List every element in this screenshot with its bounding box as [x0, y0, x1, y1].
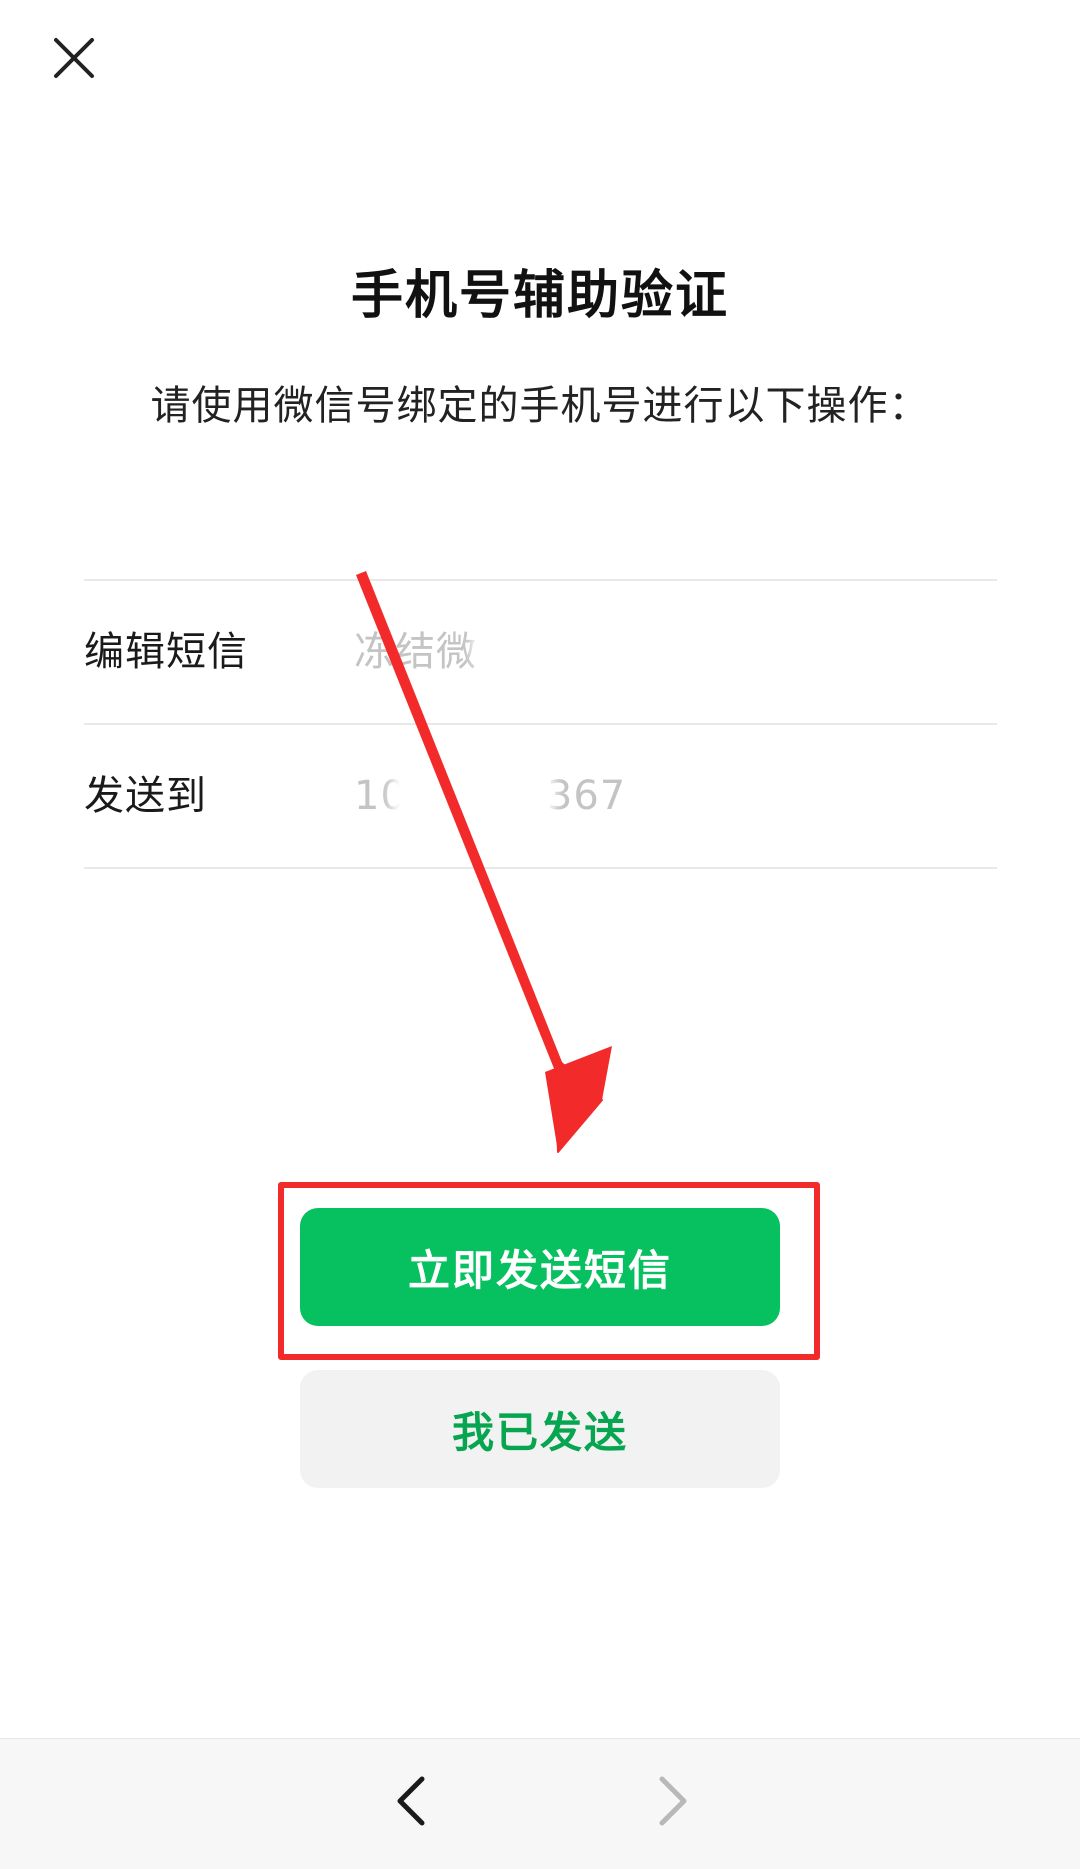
forward-button[interactable] — [650, 1775, 696, 1827]
close-button[interactable] — [46, 30, 102, 86]
sms-content-row[interactable]: 编辑短信 冻结微 — [84, 579, 997, 723]
chevron-right-icon — [659, 1776, 687, 1826]
privacy-mask — [480, 612, 570, 684]
sms-content-value: 冻结微 — [354, 612, 570, 684]
sms-info-table: 编辑短信 冻结微 发送到 10 367 — [84, 579, 997, 869]
sms-content-text: 冻结微 — [354, 629, 477, 675]
page-subtitle: 请使用微信号绑定的手机号进行以下操作： — [150, 383, 930, 429]
bottom-navigation-bar — [0, 1738, 1080, 1869]
send-to-label: 发送到 — [84, 773, 207, 819]
page-title: 手机号辅助验证 — [350, 266, 729, 326]
already-sent-button[interactable]: 我已发送 — [300, 1370, 780, 1488]
privacy-mask — [398, 760, 548, 830]
close-icon — [54, 38, 94, 78]
send-sms-now-button[interactable]: 立即发送短信 — [300, 1208, 780, 1326]
send-to-row[interactable]: 发送到 10 367 — [84, 723, 997, 869]
back-button[interactable] — [388, 1775, 434, 1827]
send-to-value: 10 367 — [354, 760, 627, 830]
chevron-left-icon — [397, 1776, 425, 1826]
sms-content-label: 编辑短信 — [84, 629, 248, 675]
send-to-suffix: 367 — [546, 773, 627, 819]
